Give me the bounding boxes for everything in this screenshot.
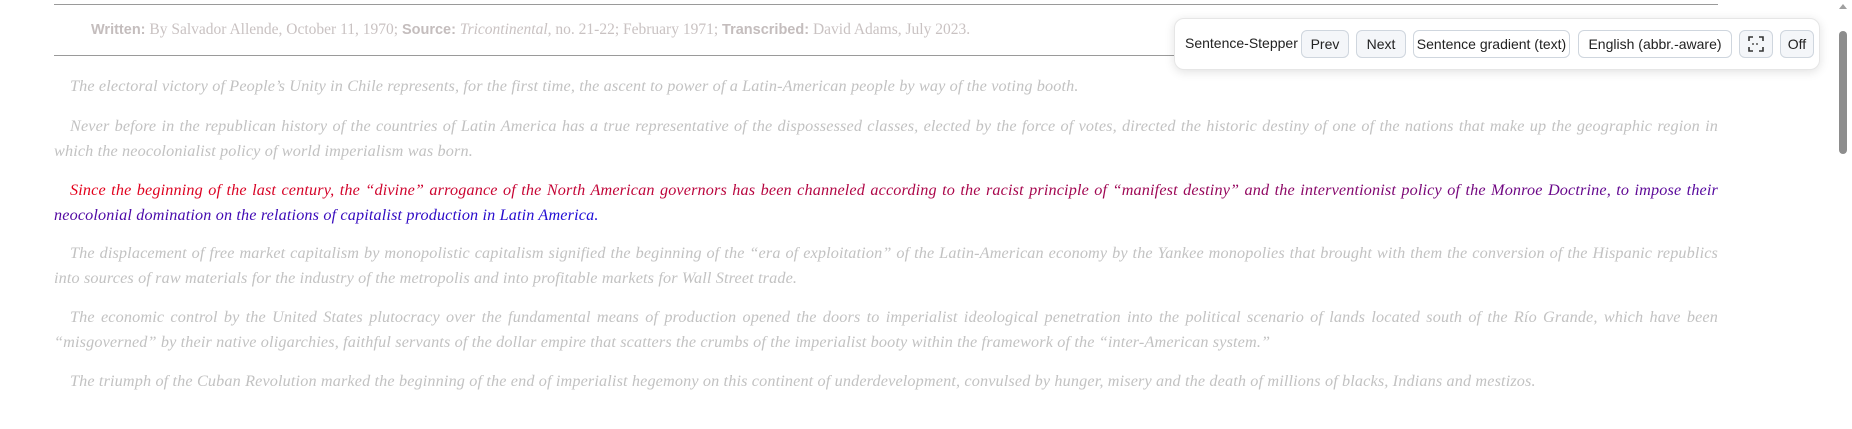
written-value: By Salvador Allende, October 11, 1970; bbox=[149, 21, 399, 38]
source-title: Tricontinental bbox=[459, 21, 548, 38]
paragraph: The displacement of free market capitali… bbox=[54, 241, 1718, 290]
sentence: The triumph of the Cuban Revolution mark… bbox=[70, 372, 1536, 390]
header-top-rule bbox=[54, 4, 1718, 5]
paragraph: The electoral victory of People’s Unity … bbox=[54, 74, 1718, 99]
fullscreen-icon bbox=[1748, 36, 1764, 52]
paragraph: The economic control by the United State… bbox=[54, 305, 1718, 354]
fullscreen-button[interactable] bbox=[1739, 30, 1773, 58]
transcribed-value: David Adams, July 2023. bbox=[812, 21, 971, 38]
language-select[interactable]: English (abbr.-aware) bbox=[1578, 30, 1732, 58]
scrollbar[interactable] bbox=[1834, 0, 1852, 429]
scrollbar-thumb[interactable] bbox=[1839, 31, 1847, 154]
article-info: Written: By Salvador Allende, October 11… bbox=[91, 21, 970, 39]
source-label: Source: bbox=[401, 22, 456, 38]
source-value: , no. 21-22; February 1971; bbox=[547, 21, 719, 38]
paragraph: The triumph of the Cuban Revolution mark… bbox=[54, 369, 1718, 394]
transcribed-label: Transcribed: bbox=[722, 22, 810, 38]
sentence: Never before in the republican history o… bbox=[54, 117, 1718, 160]
sentence: The economic control by the United State… bbox=[54, 308, 1718, 351]
sentence: The electoral victory of People’s Unity … bbox=[70, 77, 1079, 95]
paragraph: Never before in the republican history o… bbox=[54, 114, 1718, 163]
paragraph-active: Since the beginning of the last century,… bbox=[54, 178, 1718, 227]
written-label: Written: bbox=[91, 22, 146, 38]
prev-button[interactable]: Prev bbox=[1301, 30, 1349, 58]
sentence-gradient-button[interactable]: Sentence gradient (text) bbox=[1413, 30, 1570, 58]
off-button[interactable]: Off bbox=[1780, 30, 1814, 58]
sentence: The displacement of free market capitali… bbox=[54, 244, 1718, 287]
active-sentence: Since the beginning of the last century,… bbox=[54, 181, 1718, 224]
toolbar-title: Sentence-Stepper bbox=[1185, 35, 1298, 51]
next-button[interactable]: Next bbox=[1356, 30, 1406, 58]
sentence-stepper-toolbar: Sentence-Stepper Prev Next Sentence grad… bbox=[1174, 18, 1820, 70]
scroll-up-arrow-icon[interactable] bbox=[1839, 4, 1847, 9]
